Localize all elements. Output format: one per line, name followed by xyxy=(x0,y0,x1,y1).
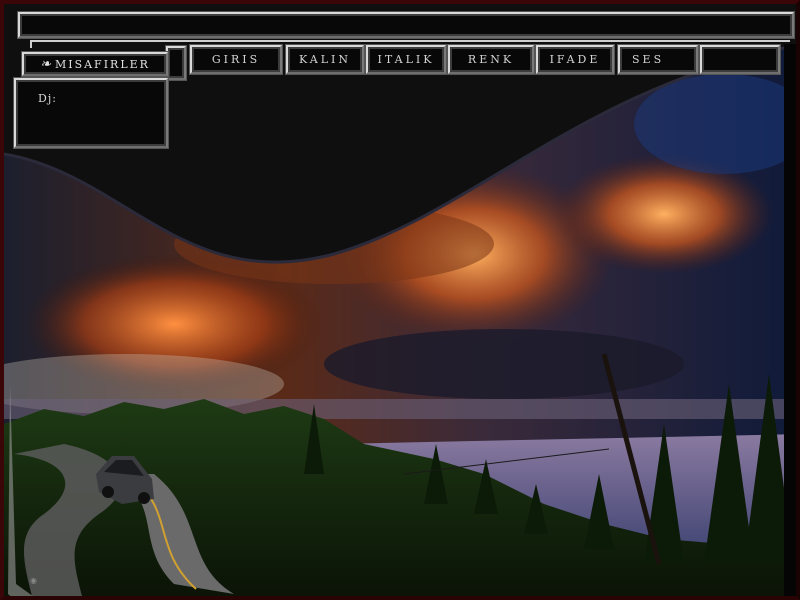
nav-button-empty[interactable] xyxy=(700,45,780,74)
nav-button-label: GIRIS xyxy=(211,53,261,66)
guest-icon: ❧ xyxy=(40,56,53,72)
nav-button-label: RENK xyxy=(467,53,515,66)
dj-label: Dj: xyxy=(38,92,57,105)
users-tab[interactable]: ❧ MISAFIRLER xyxy=(22,52,168,76)
toolbar-separator xyxy=(166,46,186,80)
top-bar xyxy=(18,12,794,38)
corner-handle-icon: ◉ xyxy=(30,576,37,585)
nav-button-label: ITALIK xyxy=(377,53,435,66)
nav-button-renk[interactable]: RENK xyxy=(448,45,534,74)
users-tab-label: MISAFIRLER xyxy=(54,57,150,71)
dj-panel: Dj: xyxy=(14,78,168,148)
nav-button-italik[interactable]: ITALIK xyxy=(366,45,446,74)
nav-button-giris[interactable]: GIRIS xyxy=(190,45,282,74)
nav-button-label: IFADE xyxy=(549,53,601,66)
nav-button-label: SES xyxy=(632,53,665,66)
app-frame: GIRIS KALIN ITALIK RENK IFADE SES ❧ MISA… xyxy=(0,0,800,600)
nav-button-label: KALIN xyxy=(299,53,351,66)
nav-button-ses[interactable]: SES xyxy=(618,45,698,74)
nav-button-kalin[interactable]: KALIN xyxy=(286,45,364,74)
nav-button-ifade[interactable]: IFADE xyxy=(536,45,614,74)
